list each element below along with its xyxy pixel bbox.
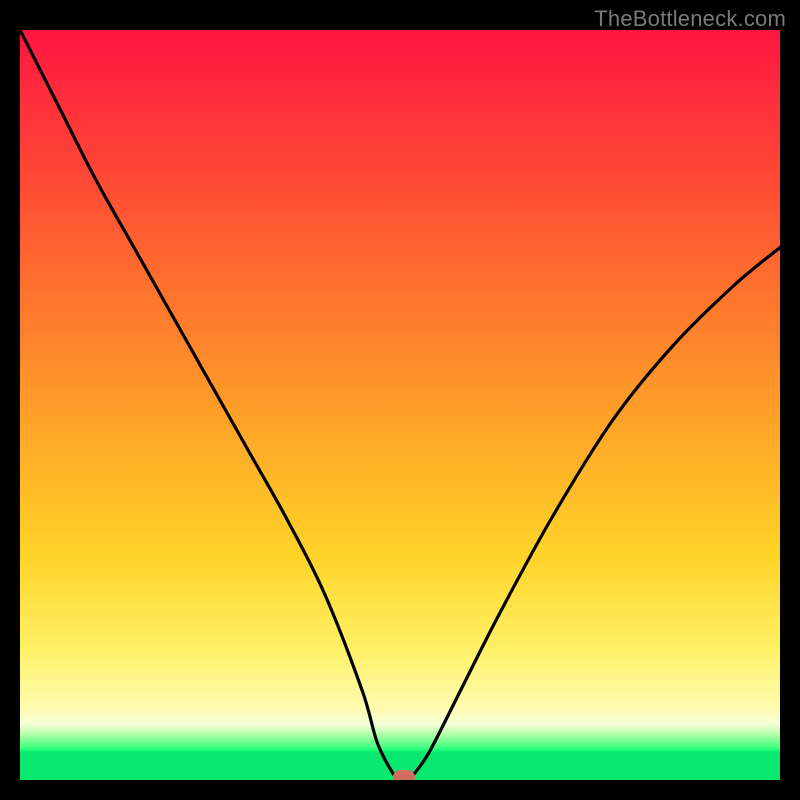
plot-area: [20, 30, 780, 780]
chart-frame: TheBottleneck.com: [0, 0, 800, 800]
curve-layer: [20, 30, 780, 780]
optimal-marker: [393, 770, 415, 780]
watermark-text: TheBottleneck.com: [594, 6, 786, 32]
bottleneck-curve-path: [20, 30, 780, 780]
